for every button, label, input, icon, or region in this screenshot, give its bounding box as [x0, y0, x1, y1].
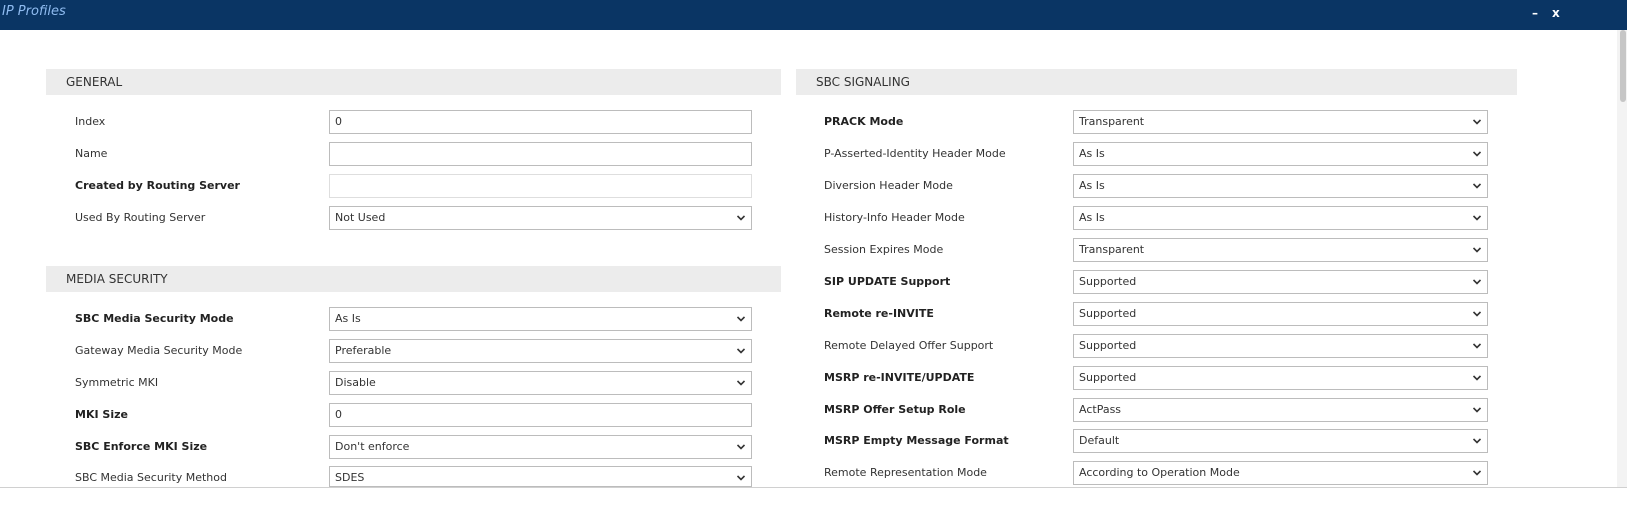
select-value: Transparent — [1079, 243, 1145, 256]
created-by-routing-server-label: Created by Routing Server — [75, 179, 240, 192]
sip-update-support-label: SIP UPDATE Support — [824, 275, 951, 288]
chevron-down-icon — [1473, 151, 1481, 157]
gateway-media-security-mode-select[interactable]: Preferable — [329, 339, 752, 363]
section-title: SBC SIGNALING — [816, 75, 910, 89]
sbc-media-security-mode-label: SBC Media Security Mode — [75, 312, 234, 325]
msrp-offer-setup-role-select[interactable]: ActPass — [1073, 398, 1488, 422]
select-value: Not Used — [335, 211, 386, 224]
used-by-routing-server-label: Used By Routing Server — [75, 211, 206, 224]
panel-bottom-border — [0, 487, 1627, 488]
chevron-down-icon — [1473, 470, 1481, 476]
used-by-routing-server-select[interactable]: Not Used — [329, 206, 752, 230]
select-value: According to Operation Mode — [1079, 466, 1240, 479]
chevron-down-icon — [1473, 407, 1481, 413]
select-value: Don't enforce — [335, 440, 410, 453]
section-title: MEDIA SECURITY — [66, 272, 168, 286]
select-value: Supported — [1079, 339, 1137, 352]
select-value: As Is — [1079, 147, 1105, 160]
remote-representation-mode-select[interactable]: According to Operation Mode — [1073, 461, 1488, 485]
prack-mode-select[interactable]: Transparent — [1073, 110, 1488, 134]
section-sbc-signaling-header: SBC SIGNALING — [796, 69, 1517, 95]
index-value: 0 — [335, 115, 342, 128]
session-expires-mode-label: Session Expires Mode — [824, 243, 944, 256]
prack-mode-label: PRACK Mode — [824, 115, 904, 128]
sbc-enforce-mki-size-select[interactable]: Don't enforce — [329, 435, 752, 459]
minimize-button[interactable]: – — [1532, 6, 1538, 20]
close-button[interactable]: x — [1552, 6, 1560, 20]
diversion-header-mode-select[interactable]: As Is — [1073, 174, 1488, 198]
history-info-header-mode-select[interactable]: As Is — [1073, 206, 1488, 230]
chevron-down-icon — [737, 215, 745, 221]
history-info-header-mode-label: History-Info Header Mode — [824, 211, 965, 224]
chevron-down-icon — [1473, 183, 1481, 189]
p-asserted-identity-header-mode-label: P-Asserted-Identity Header Mode — [824, 147, 1006, 160]
select-value: Preferable — [335, 344, 392, 357]
mki-size-input[interactable]: 0 — [329, 403, 752, 427]
select-value: As Is — [335, 312, 361, 325]
name-input[interactable] — [329, 142, 752, 166]
symmetric-mki-select[interactable]: Disable — [329, 371, 752, 395]
remote-representation-mode-label: Remote Representation Mode — [824, 466, 987, 479]
sbc-media-security-mode-select[interactable]: As Is — [329, 307, 752, 331]
msrp-empty-message-format-label: MSRP Empty Message Format — [824, 434, 1009, 447]
sbc-enforce-mki-size-label: SBC Enforce MKI Size — [75, 440, 208, 453]
select-value: Supported — [1079, 275, 1137, 288]
created-by-routing-server-field — [329, 174, 752, 198]
chevron-down-icon — [737, 475, 745, 481]
chevron-down-icon — [1473, 215, 1481, 221]
symmetric-mki-label: Symmetric MKI — [75, 376, 159, 389]
chevron-down-icon — [737, 380, 745, 386]
msrp-offer-setup-role-label: MSRP Offer Setup Role — [824, 403, 966, 416]
select-value: ActPass — [1079, 403, 1122, 416]
select-value: Default — [1079, 434, 1120, 447]
chevron-down-icon — [737, 444, 745, 450]
msrp-reinvite-update-label: MSRP re-INVITE/UPDATE — [824, 371, 975, 384]
chevron-down-icon — [1473, 119, 1481, 125]
section-title: GENERAL — [66, 75, 123, 89]
index-input[interactable]: 0 — [329, 110, 752, 134]
chevron-down-icon — [1473, 279, 1481, 285]
scrollbar-thumb[interactable] — [1620, 30, 1626, 102]
select-value: Disable — [335, 376, 376, 389]
chevron-down-icon — [737, 348, 745, 354]
remote-reinvite-label: Remote re-INVITE — [824, 307, 934, 320]
chevron-down-icon — [1473, 375, 1481, 381]
index-label: Index — [75, 115, 106, 128]
p-asserted-identity-header-mode-select[interactable]: As Is — [1073, 142, 1488, 166]
mki-size-value: 0 — [335, 408, 342, 421]
sbc-media-security-method-label: SBC Media Security Method — [75, 471, 227, 484]
diversion-header-mode-label: Diversion Header Mode — [824, 179, 953, 192]
select-value: SDES — [335, 471, 365, 484]
select-value: As Is — [1079, 179, 1105, 192]
window-title: IP Profiles — [2, 4, 66, 19]
remote-reinvite-select[interactable]: Supported — [1073, 302, 1488, 326]
chevron-down-icon — [1473, 247, 1481, 253]
select-value: Transparent — [1079, 115, 1145, 128]
chevron-down-icon — [737, 316, 745, 322]
window-titlebar: IP Profiles – x — [0, 0, 1627, 30]
chevron-down-icon — [1473, 311, 1481, 317]
msrp-empty-message-format-select[interactable]: Default — [1073, 429, 1488, 453]
mki-size-label: MKI Size — [75, 408, 128, 421]
session-expires-mode-select[interactable]: Transparent — [1073, 238, 1488, 262]
select-value: Supported — [1079, 307, 1137, 320]
name-label: Name — [75, 147, 108, 160]
remote-delayed-offer-support-select[interactable]: Supported — [1073, 334, 1488, 358]
chevron-down-icon — [1473, 343, 1481, 349]
sbc-media-security-method-select[interactable]: SDES — [329, 466, 752, 487]
select-value: As Is — [1079, 211, 1105, 224]
remote-delayed-offer-support-label: Remote Delayed Offer Support — [824, 339, 994, 352]
select-value: Supported — [1079, 371, 1137, 384]
gateway-media-security-mode-label: Gateway Media Security Mode — [75, 344, 243, 357]
sip-update-support-select[interactable]: Supported — [1073, 270, 1488, 294]
chevron-down-icon — [1473, 438, 1481, 444]
section-general-header: GENERAL — [46, 69, 781, 95]
msrp-reinvite-update-select[interactable]: Supported — [1073, 366, 1488, 390]
section-media-security-header: MEDIA SECURITY — [46, 266, 781, 292]
